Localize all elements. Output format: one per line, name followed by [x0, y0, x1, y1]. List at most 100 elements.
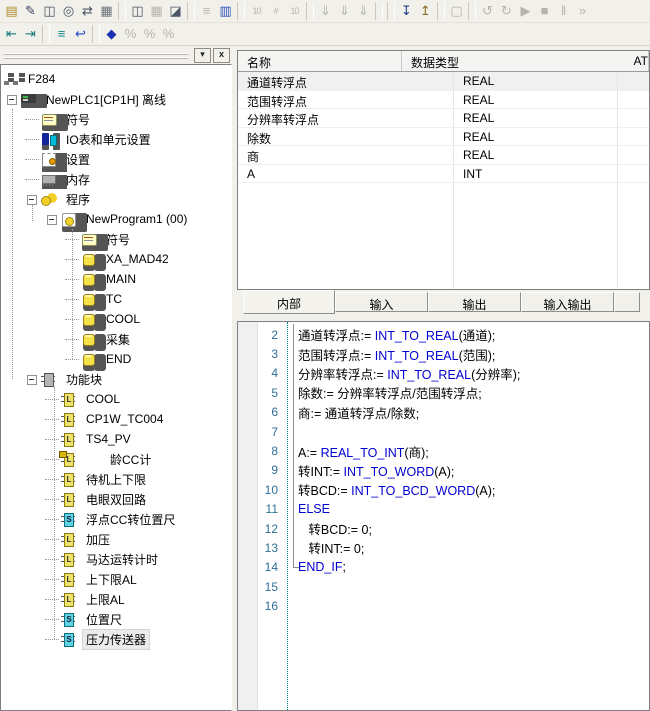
transfer-to-plc-icon[interactable]: ↧ — [397, 2, 416, 20]
cell-at[interactable] — [618, 109, 649, 128]
outdent-icon[interactable]: ⇥ — [21, 25, 40, 43]
page-check-icon[interactable]: ◪ — [166, 2, 185, 20]
find-in-page-icon[interactable]: ◫ — [40, 2, 59, 20]
code-line[interactable]: 12 转BCD:= 0; — [238, 519, 649, 538]
watch-hex-icon[interactable]: # — [266, 2, 285, 20]
expand-box[interactable] — [65, 333, 81, 346]
monitor-mode-icon[interactable]: ↻ — [497, 2, 516, 20]
paste-icon[interactable]: ▤ — [2, 2, 21, 20]
variable-tab[interactable]: 内部 — [243, 290, 335, 314]
tree-item[interactable]: 符号 — [1, 109, 231, 129]
cell-name[interactable]: 商 — [238, 146, 454, 165]
code-line[interactable]: 7 — [238, 422, 649, 441]
expand-box[interactable] — [45, 473, 61, 486]
expand-box[interactable] — [25, 173, 41, 186]
expand-box[interactable] — [25, 193, 41, 206]
table-row[interactable]: 通道转浮点 REAL — [238, 72, 649, 91]
tree-item[interactable]: TS4_PV — [1, 429, 231, 449]
monitor-icon[interactable]: ▢ — [447, 2, 466, 20]
tree-item[interactable]: 内存 — [1, 169, 231, 189]
binoculars-icon[interactable]: ◎ — [59, 2, 78, 20]
stylus-icon[interactable]: ✎ — [21, 2, 40, 20]
tree-item[interactable]: 待机上下限 — [1, 469, 231, 489]
tree-item[interactable]: IO表和单元设置 — [1, 129, 231, 149]
cell-at[interactable] — [618, 165, 649, 184]
code-line[interactable]: 9 转INT:= INT_TO_WORD(A); — [238, 461, 649, 480]
tree-item[interactable]: 采集 — [1, 329, 231, 349]
cell-at[interactable] — [618, 128, 649, 147]
code-line[interactable]: 14 END_IF; — [238, 558, 649, 577]
expand-box[interactable] — [45, 513, 61, 526]
stop-icon[interactable]: ■ — [535, 2, 554, 20]
cell-datatype[interactable]: REAL — [454, 146, 618, 165]
tree-item[interactable]: 浮点CC转位置尺 — [1, 509, 231, 529]
code-line[interactable]: 13 转INT:= 0; — [238, 538, 649, 557]
compare-programs-icon[interactable]: ◫ — [128, 2, 147, 20]
tree-item[interactable]: TC — [1, 289, 231, 309]
set-value-icon[interactable]: % — [121, 25, 140, 43]
expand-box[interactable] — [65, 273, 81, 286]
tree-item[interactable]: MAIN — [1, 269, 231, 289]
tree-item[interactable]: 设置 — [1, 149, 231, 169]
tree-item[interactable]: NewProgram1 (00) — [1, 209, 231, 229]
column-header[interactable]: AT — [625, 51, 649, 71]
tree-item[interactable]: 程序 — [1, 189, 231, 209]
tree-item[interactable]: F284 — [1, 69, 231, 89]
flag-pen-icon[interactable]: ◆ — [102, 25, 121, 43]
tree-item[interactable]: 电眼双回路 — [1, 489, 231, 509]
st-code-editor[interactable]: 2 通道转浮点:= INT_TO_REAL(通道); 3 范围转浮点:= INT… — [237, 321, 650, 711]
variable-tab[interactable]: 输入输出 — [521, 292, 614, 312]
expand-box[interactable] — [45, 533, 61, 546]
code-line[interactable]: 3 范围转浮点:= INT_TO_REAL(范围); — [238, 344, 649, 363]
variable-tab[interactable]: 输出 — [428, 292, 521, 312]
cell-name[interactable]: A — [238, 165, 454, 184]
play-icon[interactable]: ▶ — [516, 2, 535, 20]
expand-box[interactable] — [45, 493, 61, 506]
tree-item[interactable]: 功能块 — [1, 369, 231, 389]
table-row[interactable]: 除数 REAL — [238, 128, 649, 147]
grid-icon[interactable]: ▦ — [147, 2, 166, 20]
align-lines-icon[interactable]: ≡ — [52, 25, 71, 43]
cell-datatype[interactable]: REAL — [454, 109, 618, 128]
expand-box[interactable] — [45, 633, 61, 646]
expand-box[interactable] — [25, 373, 41, 386]
tree-item[interactable]: COOL — [1, 309, 231, 329]
code-line[interactable]: 6 商:= 通道转浮点/除数; — [238, 403, 649, 422]
expand-box[interactable] — [25, 113, 41, 126]
column-header[interactable]: 名称 — [238, 51, 402, 71]
tree-item[interactable]: 压力传送器 — [1, 629, 231, 649]
code-line[interactable]: 11 ELSE — [238, 500, 649, 519]
table-row[interactable]: 商 REAL — [238, 146, 649, 165]
expand-box[interactable] — [45, 573, 61, 586]
run-mode-icon[interactable]: ↺ — [478, 2, 497, 20]
code-line[interactable]: 8 A:= REAL_TO_INT(商); — [238, 441, 649, 460]
tree-item[interactable]: 加压 — [1, 529, 231, 549]
column-header[interactable]: 数据类型 — [402, 51, 625, 71]
cell-at[interactable] — [618, 91, 649, 110]
force-on-icon[interactable]: ⇓ — [316, 2, 335, 20]
cell-datatype[interactable]: REAL — [454, 72, 618, 91]
cell-name[interactable]: 除数 — [238, 128, 454, 147]
code-line[interactable]: 4 分辨率转浮点:= INT_TO_REAL(分辨率); — [238, 364, 649, 383]
table-row[interactable]: A INT — [238, 165, 649, 184]
expand-box[interactable] — [65, 233, 81, 246]
tree-item[interactable]: CP1W_TC004 — [1, 409, 231, 429]
step-icon[interactable]: » — [573, 2, 592, 20]
force-off-icon[interactable]: ⇓ — [335, 2, 354, 20]
tree-item[interactable]: XA_MAD42 — [1, 249, 231, 269]
expand-box[interactable] — [45, 593, 61, 606]
expand-box[interactable] — [45, 433, 61, 446]
tree-item[interactable]: END — [1, 349, 231, 369]
tree-item[interactable]: 上下限AL — [1, 569, 231, 589]
tree-item[interactable]: 符号 — [1, 229, 231, 249]
variable-tab[interactable]: 输入 — [335, 292, 428, 312]
expand-box[interactable] — [25, 133, 41, 146]
expand-box[interactable] — [45, 393, 61, 406]
code-line[interactable]: 15 — [238, 577, 649, 596]
tree-item[interactable]: 位置尺 — [1, 609, 231, 629]
expand-box[interactable] — [5, 93, 21, 106]
chevron-down-icon[interactable]: ▾ — [194, 48, 211, 63]
expand-box[interactable] — [45, 413, 61, 426]
cell-name[interactable]: 通道转浮点 — [238, 72, 454, 91]
variable-tab[interactable] — [614, 292, 640, 312]
